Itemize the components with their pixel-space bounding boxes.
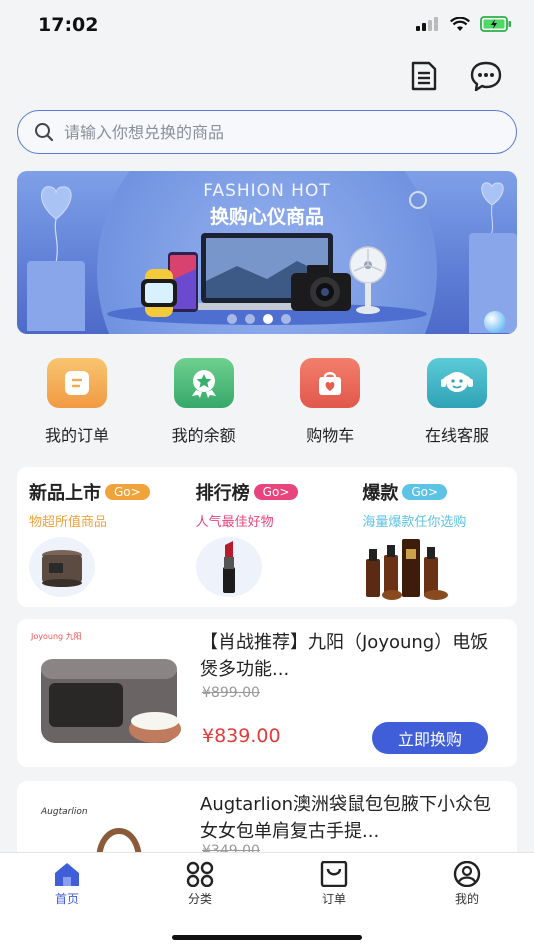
product-title-2: Augtarlion澳洲袋鼠包包腋下小众包女女包单肩复古手提... xyxy=(200,794,492,842)
go-button-new[interactable]: Go> xyxy=(105,484,150,500)
search-icon xyxy=(35,123,54,142)
balance-icon xyxy=(173,358,234,408)
product-title-1: 【肖战推荐】九阳（Joyoung）电饭煲多功能... xyxy=(200,632,489,680)
go-button-hot[interactable]: Go> xyxy=(402,484,448,500)
promo-title-ranking: 排行榜 xyxy=(195,483,250,504)
quick-label-cart: 购物车 xyxy=(306,426,355,445)
banner-orb xyxy=(484,311,506,333)
top-actions xyxy=(406,58,504,94)
banner-title-en: FASHION HOT xyxy=(203,181,331,201)
message-button[interactable] xyxy=(468,58,504,94)
battery-icon xyxy=(480,16,511,32)
promo-title-new: 新品上市 xyxy=(29,483,101,504)
tab-label-profile: 我的 xyxy=(454,892,479,906)
order-icon xyxy=(47,358,107,408)
banner-pagination xyxy=(227,314,291,324)
tab-home[interactable]: 首页 xyxy=(27,861,107,907)
quick-label-balance: 我的余额 xyxy=(171,426,236,445)
promo-card: 新品上市 Go> 物超所值商品 排行榜 Go> 人气最佳好物 爆款 Go> 海量… xyxy=(17,467,517,607)
promo-hot[interactable]: 爆款 Go> 海量爆款任你选购 xyxy=(350,467,517,607)
tab-profile[interactable]: 我的 xyxy=(427,861,507,907)
status-bar: 17:02 xyxy=(0,0,534,52)
search-input[interactable] xyxy=(64,122,464,142)
promo-sub-hot: 海量爆款任你选购 xyxy=(362,515,467,530)
document-button[interactable] xyxy=(406,58,442,94)
quick-item-service[interactable]: 在线客服 xyxy=(397,358,517,448)
go-button-ranking[interactable]: Go> xyxy=(253,484,299,500)
banner-bubble xyxy=(409,191,427,209)
promo-ranking[interactable]: 排行榜 Go> 人气最佳好物 xyxy=(184,467,351,607)
search-bar[interactable] xyxy=(17,110,517,154)
promo-sub-ranking: 人气最佳好物 xyxy=(195,515,274,530)
promo-sub-new: 物超所值商品 xyxy=(29,515,108,530)
message-icon xyxy=(470,61,502,92)
promo-new-arrivals[interactable]: 新品上市 Go> 物超所值商品 xyxy=(17,467,184,607)
product-price-1: ¥839.00 xyxy=(202,725,281,747)
banner-title-cn: 换购心仪商品 xyxy=(209,206,324,228)
banner-dot-4[interactable] xyxy=(281,314,291,324)
product-old-price-1: ¥899.00 xyxy=(202,685,260,701)
exchange-button-1[interactable]: 立即换购 xyxy=(372,722,488,754)
profile-icon xyxy=(453,861,481,887)
cart-icon xyxy=(300,358,361,408)
product-image-1: Joyoung 九阳 xyxy=(29,629,197,759)
promo-image-ranking xyxy=(195,537,262,597)
banner-dot-1[interactable] xyxy=(227,314,237,324)
promo-image-new xyxy=(29,537,95,597)
promo-image-hot xyxy=(362,537,452,605)
quick-item-orders[interactable]: 我的订单 xyxy=(17,358,137,448)
quick-label-orders: 我的订单 xyxy=(44,426,109,445)
tab-label-orders: 订单 xyxy=(321,892,346,906)
fan-icon xyxy=(349,246,387,314)
status-time: 17:02 xyxy=(38,14,99,36)
service-icon xyxy=(426,358,487,408)
home-icon xyxy=(55,863,79,886)
banner-dot-2[interactable] xyxy=(245,314,255,324)
banner-pillar-left xyxy=(27,261,85,331)
product-card-1[interactable]: Joyoung 九阳 【肖战推荐】九阳（Joyoung）电饭煲多功能... ¥8… xyxy=(17,619,517,767)
tab-category[interactable]: 分类 xyxy=(160,861,240,907)
tab-label-home: 首页 xyxy=(54,892,79,906)
banner-dot-3[interactable] xyxy=(263,314,273,324)
quick-label-service: 在线客服 xyxy=(424,426,489,445)
product-brand-1: Joyoung 九阳 xyxy=(31,632,82,641)
smartwatch-icon xyxy=(141,269,177,317)
document-icon xyxy=(411,61,437,91)
product-brand-2: Augtarlion xyxy=(41,807,88,817)
category-icon xyxy=(186,861,214,887)
quick-item-balance[interactable]: 我的余额 xyxy=(144,358,264,448)
quick-item-cart[interactable]: 购物车 xyxy=(270,358,390,448)
promo-title-hot: 爆款 xyxy=(362,483,399,504)
tab-label-category: 分类 xyxy=(187,892,212,906)
tab-orders[interactable]: 订单 xyxy=(294,861,374,907)
camera-icon xyxy=(291,265,351,311)
status-icons xyxy=(416,16,512,32)
wifi-icon xyxy=(450,16,470,31)
home-indicator xyxy=(172,935,362,940)
signal-icon xyxy=(416,17,438,31)
orders-icon xyxy=(320,861,348,887)
promo-banner[interactable]: FASHION HOT 换购心仪商品 xyxy=(17,171,517,334)
quick-menu: 我的订单 我的余额 购物车 在线客服 xyxy=(17,358,517,448)
